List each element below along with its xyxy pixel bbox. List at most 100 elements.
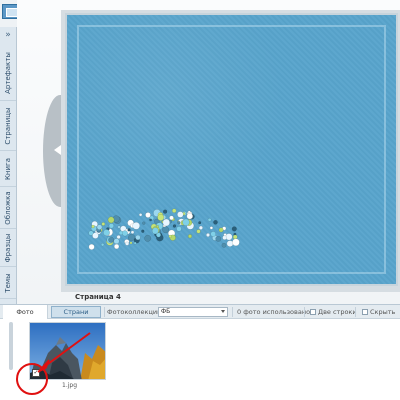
tab-label: Страницы <box>4 106 12 145</box>
bead-decoration <box>88 208 240 250</box>
tab-templates[interactable]: Фразцы <box>0 229 16 267</box>
bead <box>218 227 224 233</box>
bead <box>103 229 110 237</box>
bead <box>145 212 151 218</box>
collections-label: Фотоколлекции <box>107 308 162 316</box>
bead <box>135 234 141 241</box>
bead <box>221 242 227 248</box>
bead <box>168 234 172 238</box>
hide-label: Скрыть <box>370 308 396 316</box>
bead <box>91 224 95 229</box>
bead <box>226 240 234 247</box>
bead <box>162 226 170 234</box>
bead <box>107 216 115 224</box>
bead <box>100 243 105 247</box>
bead <box>210 231 216 237</box>
bead <box>149 218 153 222</box>
collection-select-value: ФБ <box>161 308 171 315</box>
bead <box>116 234 121 239</box>
bead <box>144 234 152 242</box>
tab-cover[interactable]: Обложка <box>0 187 16 229</box>
two-rows-label: Две строки <box>318 308 357 316</box>
bead <box>187 210 191 214</box>
bead <box>142 221 146 225</box>
bead <box>213 219 218 225</box>
bead <box>138 213 143 217</box>
bead <box>130 230 135 234</box>
bead <box>182 218 190 226</box>
photo-image <box>30 323 105 379</box>
tab-artifacts[interactable]: Артефакты <box>0 45 16 101</box>
bead <box>215 235 222 242</box>
bead <box>206 233 210 237</box>
bead <box>177 221 181 225</box>
page-label: Страница 4 <box>75 293 121 301</box>
tab-pages-vertical[interactable]: Страницы <box>0 101 16 151</box>
bead <box>96 224 103 230</box>
bead <box>151 227 159 235</box>
bead <box>108 236 114 243</box>
bead <box>177 211 184 218</box>
two-rows-checkbox[interactable] <box>310 309 316 315</box>
bead <box>129 241 133 245</box>
toolbar-divider <box>104 307 105 317</box>
bead <box>198 225 203 230</box>
bead <box>196 229 201 234</box>
photo-filename: 1.jpg <box>62 382 78 389</box>
tab-photo[interactable]: Фото <box>3 305 48 319</box>
chevron-down-icon <box>221 310 225 313</box>
bead <box>108 223 115 229</box>
bead <box>232 238 240 247</box>
photo-toolbar: Фото Страни Фотоколлекции ФБ 0 фото испо… <box>0 304 400 319</box>
double-chevron-right-icon[interactable]: » <box>2 30 14 41</box>
bead <box>198 221 202 225</box>
bead <box>171 208 177 213</box>
tab-label: Темы <box>4 272 12 293</box>
bead <box>162 209 168 214</box>
workspace: Страница 4 <box>17 0 400 304</box>
arrow-left-icon <box>54 145 61 155</box>
photo-panel-scrollbar[interactable] <box>9 322 13 370</box>
vertical-tab-strip: » Артефакты Страницы Книга Обложка Фразц… <box>0 27 17 304</box>
bead <box>232 234 238 240</box>
bead <box>88 243 95 250</box>
album-page-canvas[interactable] <box>65 13 398 286</box>
bead <box>132 221 140 230</box>
bead <box>156 224 159 228</box>
hide-checkbox[interactable] <box>362 309 368 315</box>
used-count-text: 0 фото использовано <box>237 308 311 316</box>
collection-select[interactable]: ФБ <box>158 307 228 317</box>
bead <box>186 212 194 220</box>
bead <box>113 243 120 250</box>
bead <box>209 226 213 230</box>
bead <box>187 234 192 239</box>
tab-label: Фразцы <box>4 233 12 262</box>
bead <box>133 241 137 245</box>
bead <box>101 222 106 226</box>
photo-thumbnail[interactable]: ✓ <box>29 322 106 380</box>
bead <box>127 228 131 232</box>
bead <box>122 230 129 237</box>
bead <box>162 218 171 227</box>
bead <box>207 217 212 222</box>
bead <box>125 241 130 246</box>
toolbar-divider <box>355 307 356 317</box>
bead <box>169 215 174 221</box>
tab-label: Артефакты <box>4 51 12 94</box>
bead <box>176 226 182 232</box>
photo-panel: ✓ 1.jpg <box>0 319 400 400</box>
tab-pages-bottom[interactable]: Страни <box>51 306 101 318</box>
bead <box>222 235 227 240</box>
tab-label: Обложка <box>4 190 12 225</box>
bead <box>231 226 237 232</box>
bead <box>113 238 120 245</box>
bead <box>172 224 177 228</box>
bead <box>92 232 99 239</box>
bead <box>141 229 145 233</box>
tab-themes[interactable]: Темы <box>0 267 16 299</box>
bead <box>157 214 165 221</box>
photo-select-checkbox[interactable]: ✓ <box>32 369 40 377</box>
tab-label: Книга <box>4 157 12 180</box>
toolbar-divider <box>232 307 233 317</box>
tab-book[interactable]: Книга <box>0 151 16 187</box>
